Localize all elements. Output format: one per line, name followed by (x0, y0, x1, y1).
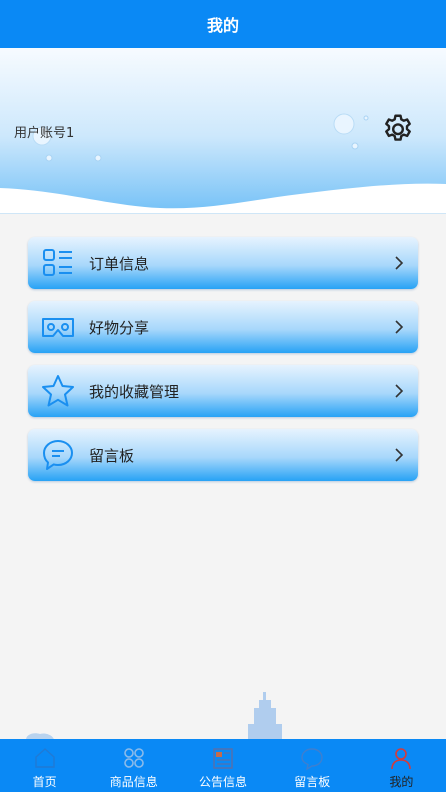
home-icon (34, 748, 55, 768)
tab-label: 我的 (389, 775, 414, 789)
profile-header: 用户账号1 (0, 48, 446, 214)
tab-label: 留言板 (294, 775, 331, 789)
menu-item-label: 我的收藏管理 (89, 382, 180, 401)
menu-item-label: 留言板 (89, 446, 135, 465)
chevron-right-icon (395, 384, 404, 398)
chevron-right-icon (395, 320, 404, 334)
gear-icon[interactable] (380, 112, 416, 148)
grid-icon (123, 748, 144, 768)
tab-label: 首页 (32, 775, 57, 789)
bottom-tab-bar: 首页 商品信息 公告信息 留言板 我的 (0, 739, 446, 792)
order-list-icon (43, 249, 72, 276)
tab-products[interactable]: 商品信息 (89, 739, 178, 792)
star-icon (42, 375, 74, 407)
top-bar: 我的 (0, 0, 446, 48)
notice-icon (213, 748, 233, 769)
tab-home[interactable]: 首页 (0, 739, 89, 792)
chevron-right-icon (395, 448, 404, 462)
menu-item-message-board[interactable]: 留言板 (28, 429, 418, 481)
tab-notices[interactable]: 公告信息 (178, 739, 267, 792)
tab-label: 商品信息 (109, 775, 158, 789)
chevron-right-icon (395, 256, 404, 270)
tab-message-board[interactable]: 留言板 (268, 739, 357, 792)
menu-item-favorites[interactable]: 我的收藏管理 (28, 365, 418, 417)
user-icon (391, 748, 412, 770)
menu-item-share[interactable]: 好物分享 (28, 301, 418, 353)
tab-label: 公告信息 (199, 775, 248, 789)
menu-item-label: 订单信息 (89, 254, 150, 273)
menu-item-orders[interactable]: 订单信息 (28, 237, 418, 289)
user-account-name: 用户账号1 (14, 126, 75, 141)
tab-profile[interactable]: 我的 (357, 739, 446, 792)
page-title: 我的 (206, 16, 239, 35)
message-icon (301, 748, 323, 771)
menu-list: 订单信息 好物分享 我的收藏管理 留言板 (28, 237, 418, 493)
chat-bubble-icon (43, 440, 73, 470)
menu-item-label: 好物分享 (89, 318, 150, 337)
skyline-decoration (26, 692, 282, 740)
vr-glasses-icon (42, 318, 74, 337)
